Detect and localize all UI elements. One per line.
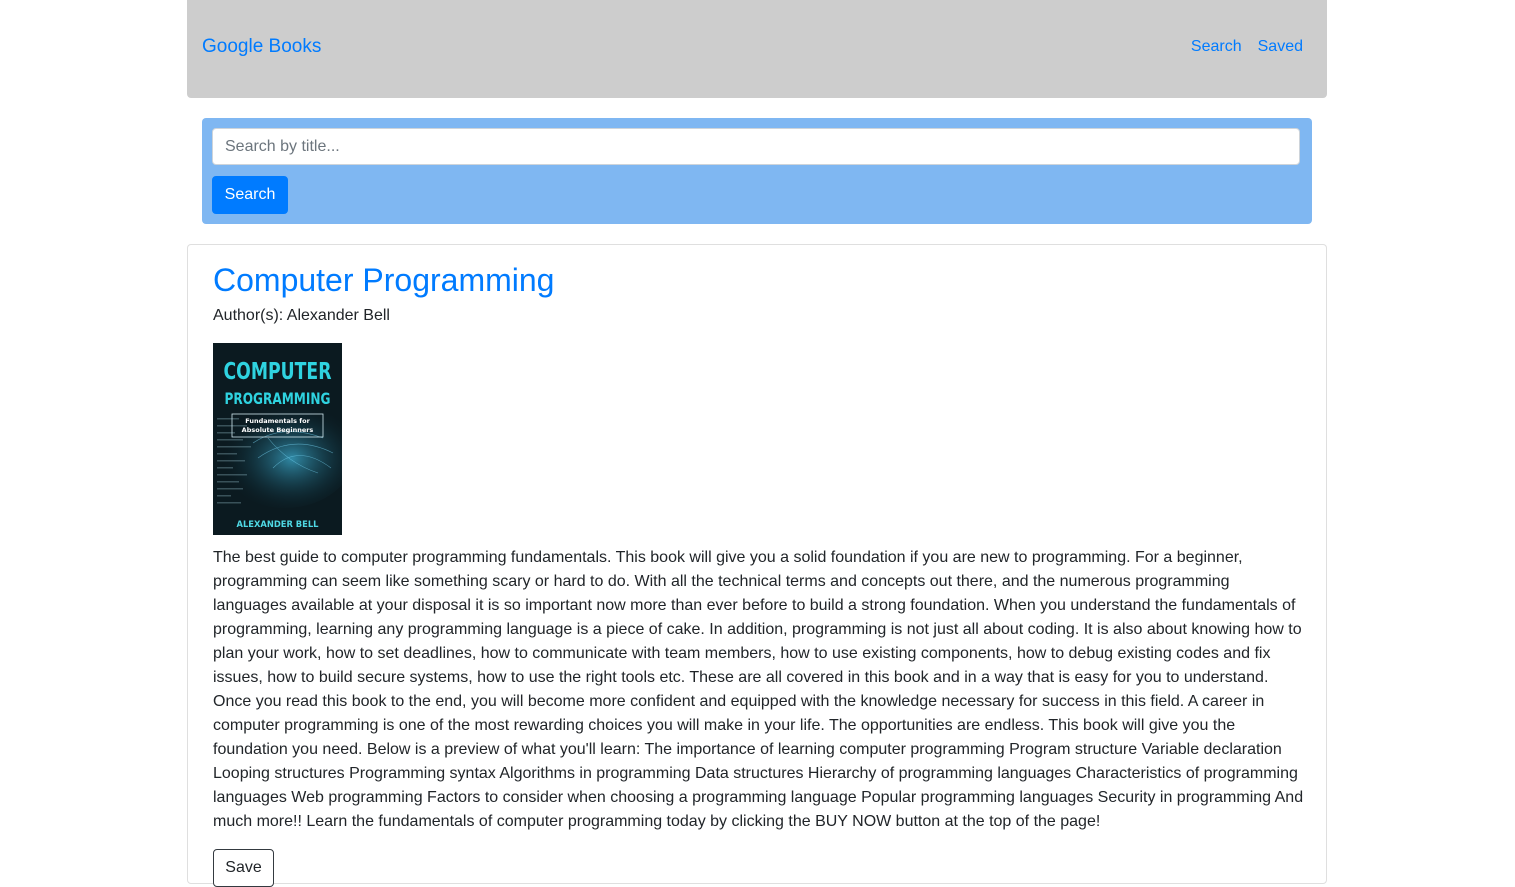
book-cover-image: COMPUTER PROGRAMMING Fundamentals for Ab… [213,343,342,535]
book-author: Author(s): Alexander Bell [213,307,390,324]
search-button[interactable]: Search [212,176,288,214]
book-card: Computer Programming Author(s): Alexande… [187,244,1327,887]
cover-title-line1: COMPUTER [224,359,332,385]
nav-link-search[interactable]: Search [1191,38,1242,56]
book-title-link[interactable]: Computer Programming [213,261,554,299]
nav-links: Search Saved [1191,38,1303,56]
cover-title-line2: PROGRAMMING [225,389,331,408]
navbar: Google Books Search Saved [187,0,1327,98]
book-description: The best guide to computer programming f… [213,549,1304,830]
search-panel: Search [202,118,1312,224]
cover-subtitle-line2: Absolute Beginners [242,426,314,434]
cover-author: ALEXANDER BELL [237,520,319,530]
search-input[interactable] [212,128,1300,165]
brand-link[interactable]: Google Books [202,36,321,58]
nav-link-saved[interactable]: Saved [1258,38,1303,56]
cover-subtitle-line1: Fundamentals for [245,417,310,425]
save-button[interactable]: Save [213,849,274,887]
